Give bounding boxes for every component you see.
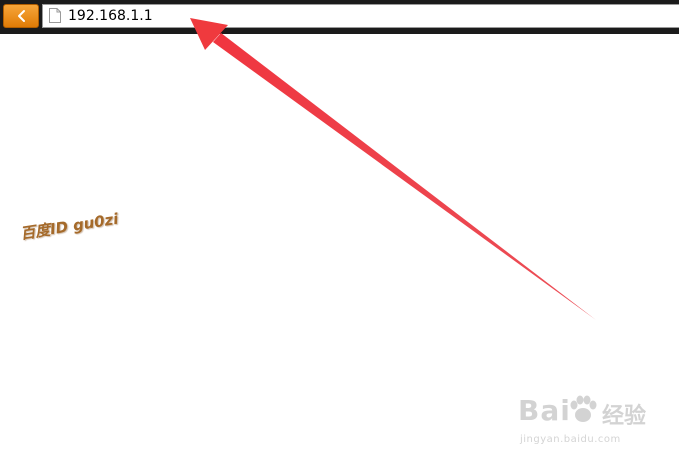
arrow-shaft [213, 33, 596, 320]
browser-toolbar: 192.168.1.1 [0, 0, 679, 34]
author-watermark: 百度ID gu0zi [19, 209, 120, 244]
page-icon [49, 8, 61, 23]
brand-word: Bai [518, 394, 571, 427]
address-bar[interactable]: 192.168.1.1 [42, 4, 679, 28]
brand-url: jingyan.baidu.com [520, 434, 621, 445]
paw-icon [570, 395, 597, 422]
brand-cn: 经验 [602, 404, 647, 429]
baidu-jingyan-watermark: Bai 经验 jingyan.baidu.com [518, 392, 668, 452]
chevron-left-icon [18, 10, 25, 22]
back-button[interactable] [3, 4, 39, 28]
address-url[interactable]: 192.168.1.1 [68, 7, 153, 25]
